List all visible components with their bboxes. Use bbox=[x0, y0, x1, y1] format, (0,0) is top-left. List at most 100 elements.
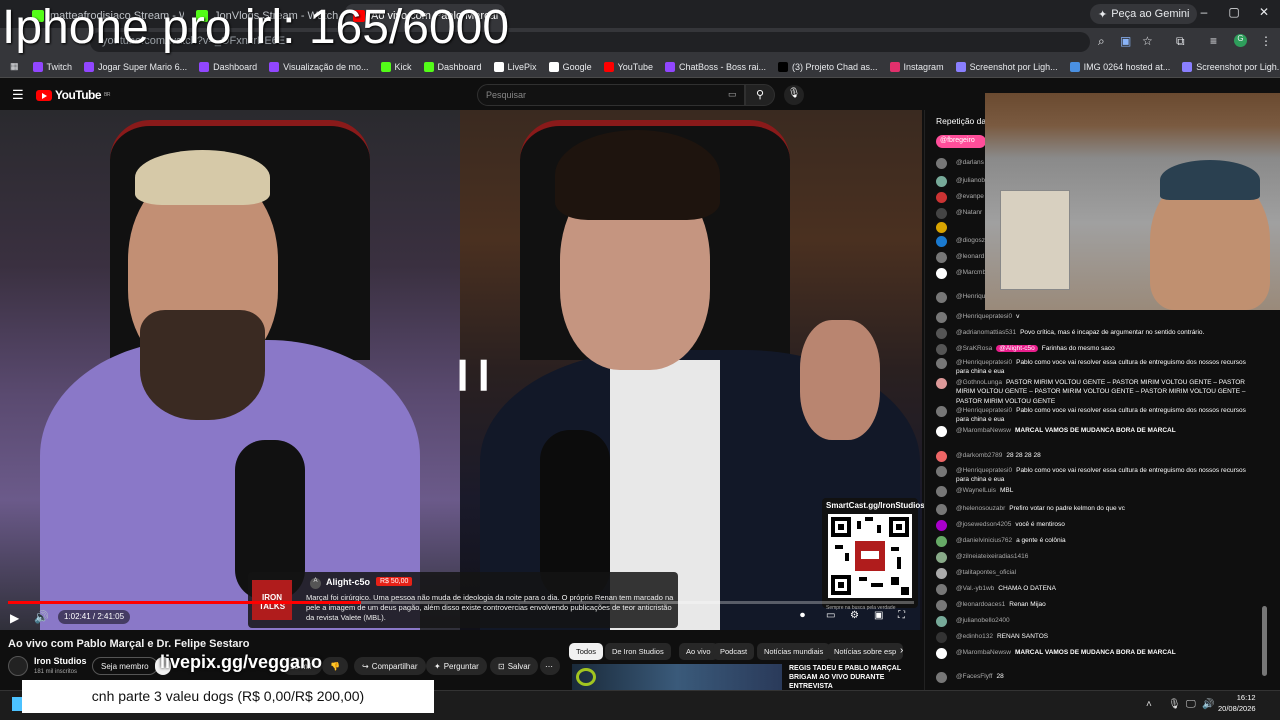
chat-username[interactable]: @josewedson4205 bbox=[956, 521, 1011, 528]
chat-username[interactable]: @Henriquepratesi0 bbox=[956, 359, 1012, 366]
chat-username[interactable]: @diogosz bbox=[956, 237, 985, 244]
chat-avatar[interactable] bbox=[936, 176, 947, 187]
chip-4[interactable]: Notícias mundiais bbox=[757, 643, 831, 660]
tray-chevron-icon[interactable]: ˄ bbox=[1146, 699, 1152, 710]
chat-username[interactable]: @darkomb2789 bbox=[956, 452, 1002, 459]
bookmark-item[interactable]: ChatBoss - Boss rai... bbox=[659, 61, 772, 72]
chip-3[interactable]: Podcast bbox=[713, 643, 755, 660]
chat-avatar[interactable] bbox=[936, 208, 947, 219]
channel-name[interactable]: Iron Studios bbox=[34, 656, 87, 666]
chat-avatar[interactable] bbox=[936, 222, 947, 233]
network-icon[interactable]: 🖵 bbox=[1186, 699, 1196, 710]
chip-5[interactable]: Notícias sobre esp bbox=[827, 643, 904, 660]
gemini-button[interactable]: ✦ Peça ao Gemini bbox=[1090, 4, 1198, 24]
bookmark-item[interactable]: LivePix bbox=[488, 61, 543, 72]
play-button[interactable]: ▶ bbox=[10, 611, 19, 625]
join-button[interactable]: Seja membro bbox=[92, 657, 158, 675]
share-button[interactable]: ↪ Compartilhar bbox=[354, 657, 426, 675]
cast-icon[interactable]: ▣ bbox=[1120, 34, 1131, 48]
chat-username[interactable]: @Henriquepratesi0 bbox=[956, 313, 1012, 320]
chat-username[interactable]: @Natanr bbox=[956, 209, 982, 216]
chat-username[interactable]: @adrianomattias531 bbox=[956, 329, 1016, 336]
chat-username[interactable]: @Val.-yb1wb bbox=[956, 585, 994, 592]
chat-username[interactable]: @evanpe bbox=[956, 193, 984, 200]
subtitles-icon[interactable]: ▭ bbox=[826, 610, 835, 621]
chips-next-icon[interactable]: › bbox=[900, 645, 903, 656]
chat-avatar[interactable] bbox=[936, 466, 947, 477]
keyboard-icon[interactable]: ▭ bbox=[728, 89, 737, 100]
bookmark-item[interactable]: Instagram bbox=[884, 61, 950, 72]
chat-header[interactable]: Repetição das bbox=[936, 116, 990, 126]
chat-avatar[interactable] bbox=[936, 158, 947, 169]
settings-icon[interactable]: ⚙ bbox=[850, 610, 859, 621]
chat-avatar[interactable] bbox=[936, 344, 947, 355]
pinned-superchat[interactable]: @fbregeiro bbox=[936, 135, 986, 148]
voice-search-button[interactable]: 🎙 bbox=[784, 85, 804, 105]
chat-username[interactable]: @edinho132 bbox=[956, 633, 993, 640]
chat-username[interactable]: @talitapontes_oficial bbox=[956, 569, 1016, 576]
bookmark-item[interactable]: Dashboard bbox=[193, 61, 263, 72]
chat-avatar[interactable] bbox=[936, 672, 947, 683]
chat-avatar[interactable] bbox=[936, 378, 947, 389]
chat-avatar[interactable] bbox=[936, 486, 947, 497]
extensions-icon[interactable]: ⧉ bbox=[1176, 34, 1185, 49]
chat-avatar[interactable] bbox=[936, 584, 947, 595]
chat-avatar[interactable] bbox=[936, 632, 947, 643]
volume-icon[interactable]: 🔊 bbox=[34, 610, 49, 624]
ask-button[interactable]: ✦ Perguntar bbox=[426, 657, 487, 675]
media-icon[interactable]: ≡ bbox=[1210, 34, 1217, 48]
chat-avatar[interactable] bbox=[936, 504, 947, 515]
chat-username[interactable]: @julianob bbox=[956, 177, 985, 184]
youtube-logo[interactable]: YouTube BR bbox=[36, 88, 110, 102]
chat-mention[interactable]: @Alight-c5o bbox=[996, 345, 1038, 352]
chat-avatar[interactable] bbox=[936, 236, 947, 247]
more-actions-button[interactable]: ⋯ bbox=[540, 657, 560, 675]
channel-avatar[interactable] bbox=[8, 656, 28, 676]
chat-username[interactable]: @leonard bbox=[956, 253, 984, 260]
bookmark-item[interactable]: Screenshot por Ligh... bbox=[1176, 61, 1280, 72]
related-video-thumbnail[interactable] bbox=[572, 664, 782, 690]
save-button[interactable]: ⊡ Salvar bbox=[490, 657, 539, 675]
chat-username[interactable]: @FacesFlyff bbox=[956, 673, 992, 680]
taskbar-clock[interactable]: 16:12 20/08/2026 bbox=[1218, 693, 1256, 714]
chip-2[interactable]: Ao vivo bbox=[679, 643, 718, 660]
bookmark-item[interactable]: YouTube bbox=[598, 61, 659, 72]
chat-username[interactable]: @zilneiateixeiradias1416 bbox=[956, 553, 1028, 560]
chat-username[interactable]: @Henriquepratesi0 bbox=[956, 467, 1012, 474]
bookmark-item[interactable]: Twitch bbox=[27, 61, 79, 72]
chat-avatar[interactable] bbox=[936, 268, 947, 279]
star-icon[interactable]: ☆ bbox=[1142, 34, 1153, 48]
bookmark-item[interactable]: Google bbox=[543, 61, 598, 72]
pause-indicator-icon[interactable]: ❙❙ bbox=[450, 356, 496, 391]
chat-username[interactable]: @GothnoLunga bbox=[956, 379, 1002, 386]
dislike-button[interactable]: 👎 bbox=[322, 657, 348, 675]
bookmark-item[interactable]: Visualização de mo... bbox=[263, 61, 374, 72]
chat-avatar[interactable] bbox=[936, 328, 947, 339]
chat-avatar[interactable] bbox=[936, 192, 947, 203]
search-input[interactable]: Pesquisar bbox=[477, 84, 745, 106]
maximize-button[interactable]: ▢ bbox=[1224, 5, 1244, 19]
chat-avatar[interactable] bbox=[936, 451, 947, 462]
bookmark-item[interactable]: Jogar Super Mario 6... bbox=[78, 61, 193, 72]
chat-avatar[interactable] bbox=[936, 520, 947, 531]
chat-avatar[interactable] bbox=[936, 292, 947, 303]
chat-username[interactable]: @Henriquepratesi0 bbox=[956, 407, 1012, 414]
related-video-title[interactable]: REGIS TADEU E PABLO MARÇAL BRIGAM AO VIV… bbox=[789, 664, 909, 691]
bookmark-item[interactable]: Screenshot por Ligh... bbox=[950, 61, 1064, 72]
chat-avatar[interactable] bbox=[936, 616, 947, 627]
chat-username[interactable]: @MarombaNewsw bbox=[956, 649, 1011, 656]
chat-avatar[interactable] bbox=[936, 600, 947, 611]
chat-avatar[interactable] bbox=[936, 568, 947, 579]
autoplay-toggle[interactable]: ⏺ bbox=[800, 610, 805, 621]
chat-username[interactable]: @Marcmb bbox=[956, 269, 986, 276]
chat-username[interactable]: @julianobello2400 bbox=[956, 617, 1010, 624]
speaker-icon[interactable]: 🔊 bbox=[1202, 699, 1214, 710]
menu-dots-icon[interactable]: ⋮ bbox=[1260, 34, 1272, 48]
zoom-icon[interactable]: ⌕ bbox=[1098, 34, 1105, 49]
chat-avatar[interactable] bbox=[936, 252, 947, 263]
bookmark-item[interactable]: IMG 0264 hosted at... bbox=[1064, 61, 1177, 72]
bookmark-item[interactable]: Dashboard bbox=[418, 61, 488, 72]
chat-username[interactable]: @SraKRosa bbox=[956, 345, 992, 352]
profile-avatar[interactable]: G bbox=[1234, 34, 1247, 47]
chat-username[interactable]: @helenosouzabr bbox=[956, 505, 1005, 512]
